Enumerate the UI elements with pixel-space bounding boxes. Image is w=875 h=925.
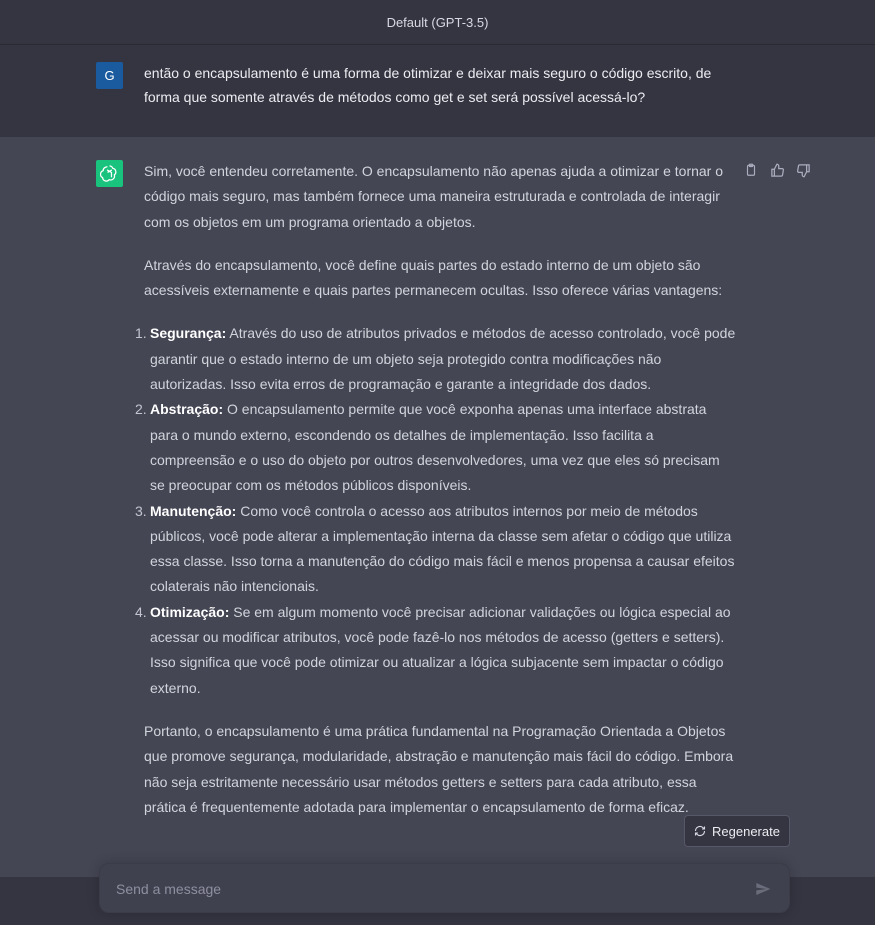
list-item: 2. Abstração: O encapsulamento permite q…	[135, 397, 736, 498]
assistant-conclusion: Portanto, o encapsulamento é uma prática…	[144, 722, 734, 815]
model-title: Default (GPT-3.5)	[386, 14, 489, 30]
message-composer	[99, 863, 790, 913]
assistant-intro: Sim, você entendeu corretamente. O encap…	[144, 163, 724, 230]
user-avatar-letter: G	[104, 68, 115, 83]
assistant-message-content: Sim, você entendeu corretamente. O encap…	[135, 159, 736, 838]
user-message-text: então o encapsulamento é uma forma de ot…	[144, 65, 712, 105]
list-item-title: Manutenção:	[150, 502, 237, 519]
assistant-avatar	[96, 160, 123, 187]
list-item-text: O encapsulamento permite que você exponh…	[150, 401, 720, 494]
message-input[interactable]	[114, 877, 738, 901]
list-item-title: Segurança:	[150, 325, 227, 342]
list-item-title: Otimização:	[150, 603, 230, 620]
assistant-paragraph: Através do encapsulamento, você define q…	[144, 256, 723, 299]
send-icon	[756, 883, 771, 895]
thumbs-down-icon[interactable]	[794, 161, 812, 179]
refresh-icon	[694, 825, 706, 837]
list-item: 1. Segurança: Através do uso de atributo…	[135, 321, 736, 397]
assistant-message: Sim, você entendeu corretamente. O encap…	[0, 137, 875, 877]
send-button[interactable]	[753, 879, 773, 899]
thumbs-up-icon[interactable]	[768, 161, 786, 179]
regenerate-label: Regenerate	[712, 823, 780, 839]
list-number: 2.	[135, 401, 147, 418]
openai-logo-icon	[100, 165, 117, 182]
list-item-text: Como você controla o acesso aos atributo…	[150, 502, 735, 595]
list-number: 1.	[135, 325, 147, 342]
list-number: 3.	[135, 502, 147, 519]
regenerate-button[interactable]: Regenerate	[684, 815, 790, 847]
user-avatar: G	[96, 62, 123, 89]
list-item: 3. Manutenção: Como você controla o aces…	[135, 499, 736, 600]
message-actions	[742, 161, 812, 179]
list-item-text: Através do uso de atributos privados e m…	[150, 325, 736, 393]
list-item-text: Se em algum momento você precisar adicio…	[150, 603, 731, 696]
list-item-title: Abstração:	[150, 401, 224, 418]
conversation-header: Default (GPT-3.5)	[0, 0, 875, 45]
user-message: G então o encapsulamento é uma forma de …	[0, 45, 875, 138]
clipboard-icon[interactable]	[742, 161, 760, 179]
list-number: 4.	[135, 603, 147, 620]
list-item: 4. Otimização: Se em algum momento você …	[135, 600, 736, 701]
advantages-list: 1. Segurança: Através do uso de atributo…	[135, 321, 736, 701]
